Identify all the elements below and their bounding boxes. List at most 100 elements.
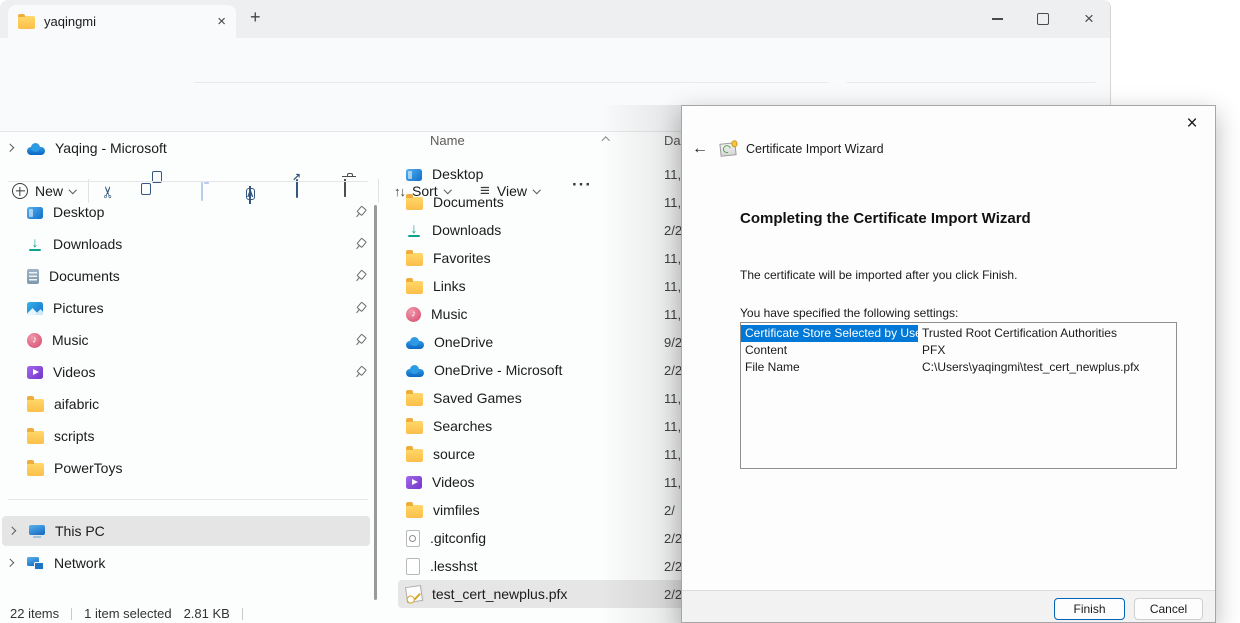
sidebar-item-aifabric[interactable]: aifabric [0, 390, 372, 418]
sidebar-item-scripts[interactable]: scripts [0, 422, 372, 450]
minimize-icon [992, 18, 1003, 19]
sidebar-divider [8, 499, 368, 500]
file-name: vimfiles [433, 502, 480, 518]
chevron-down-icon [69, 186, 77, 194]
status-divider [242, 608, 243, 620]
sidebar-divider [8, 181, 368, 182]
folder-icon [27, 463, 44, 476]
file-name: Music [431, 306, 468, 322]
wizard-heading: Completing the Certificate Import Wizard [740, 210, 1031, 227]
file-name: Downloads [432, 222, 501, 238]
dialog-close-button[interactable]: × [1179, 112, 1205, 136]
navigation-bar: ← → ↑ This PC Windows (C:) Users yaqingm… [0, 38, 1110, 83]
folder-icon [406, 505, 423, 518]
screen: yaqingmi × + × ← → ↑ This PC Windows (C:… [0, 0, 1240, 623]
sidebar-item-pictures[interactable]: Pictures [0, 294, 372, 322]
sidebar-item-label: aifabric [54, 396, 372, 412]
pin-icon [352, 236, 369, 253]
videos-icon [27, 366, 43, 379]
pin-icon [352, 364, 369, 381]
sidebar-item-downloads[interactable]: Downloads [0, 230, 372, 258]
finish-button[interactable]: Finish [1054, 598, 1125, 620]
this-pc-icon [29, 525, 45, 538]
file-name: source [433, 446, 475, 462]
sidebar-item-label: This PC [55, 523, 370, 539]
sidebar-item-network[interactable]: Network [0, 549, 372, 577]
settings-table[interactable]: Certificate Store Selected by User Trust… [740, 322, 1177, 469]
folder-icon [406, 449, 423, 462]
new-tab-button[interactable]: + [250, 8, 261, 26]
plus-circle-icon [12, 183, 28, 199]
downloads-icon [406, 222, 422, 238]
wizard-body-text: The certificate will be imported after y… [740, 268, 1017, 282]
file-name: Videos [432, 474, 475, 490]
folder-icon [406, 281, 423, 294]
setting-key: Content [741, 342, 918, 359]
folder-icon [406, 197, 423, 210]
dialog-shadow [601, 105, 681, 623]
pin-icon [352, 332, 369, 349]
folder-icon [18, 16, 35, 29]
selected-count: 1 item selected [84, 606, 171, 621]
file-name: OneDrive - Microsoft [434, 362, 562, 378]
sidebar-item-label: Videos [53, 364, 344, 380]
file-name: .lesshst [430, 558, 477, 574]
file-name: .gitconfig [430, 530, 486, 546]
folder-icon [406, 393, 423, 406]
close-window-button[interactable]: × [1076, 8, 1102, 30]
tab-strip: yaqingmi × + × [0, 0, 1110, 38]
sidebar-item-this-pc[interactable]: This PC [2, 516, 370, 546]
pictures-icon [27, 302, 43, 315]
file-name: Favorites [433, 250, 491, 266]
downloads-icon [27, 236, 43, 252]
sidebar-item-label: Network [54, 555, 372, 571]
settings-row-store[interactable]: Certificate Store Selected by User Trust… [741, 325, 1176, 342]
minimize-button[interactable] [984, 8, 1010, 30]
setting-key: File Name [741, 359, 918, 376]
certificate-import-wizard-dialog: × ← Certificate Import Wizard Completing… [681, 105, 1216, 623]
file-name: Links [433, 278, 466, 294]
sidebar-item-desktop[interactable]: Desktop [0, 198, 372, 226]
close-icon: × [1084, 9, 1094, 29]
sidebar-item-label: Desktop [53, 204, 344, 220]
dialog-title: Certificate Import Wizard [746, 142, 884, 156]
finish-label: Finish [1073, 602, 1105, 616]
share-button[interactable] [296, 180, 298, 198]
close-tab-icon[interactable]: × [217, 14, 226, 29]
onedrive-cloud-icon [406, 337, 424, 349]
gear-file-icon [406, 530, 420, 547]
sidebar-item-music[interactable]: Music [0, 326, 372, 354]
desktop-icon [27, 207, 43, 219]
file-name: Saved Games [433, 390, 522, 406]
settings-row-content[interactable]: Content PFX [741, 342, 1176, 359]
pin-icon [352, 300, 369, 317]
selected-size: 2.81 KB [184, 606, 230, 621]
settings-label: You have specified the following setting… [740, 306, 958, 320]
sidebar-item-powertoys[interactable]: PowerToys [0, 454, 372, 482]
file-name: Searches [433, 418, 492, 434]
dialog-title-bar: ← Certificate Import Wizard [692, 140, 884, 158]
dialog-footer: Finish Cancel [682, 590, 1215, 622]
name-column-header[interactable]: Name [430, 133, 465, 148]
sidebar-item-videos[interactable]: Videos [0, 358, 372, 386]
onedrive-cloud-icon [406, 365, 424, 377]
sidebar-item-label: scripts [54, 428, 372, 444]
onedrive-cloud-icon [27, 143, 45, 155]
pin-icon [352, 204, 369, 221]
explorer-tab[interactable]: yaqingmi × [8, 5, 236, 38]
toolbar-divider [378, 179, 379, 203]
status-divider [71, 608, 72, 620]
sidebar-scrollbar[interactable] [374, 205, 377, 600]
folder-icon [406, 421, 423, 434]
sidebar-item-label: Downloads [53, 236, 344, 252]
sidebar-item-onedrive-yaqing[interactable]: Yaqing - Microsoft [0, 134, 372, 162]
maximize-button[interactable] [1030, 8, 1056, 30]
sidebar-item-label: PowerToys [54, 460, 372, 476]
back-icon[interactable]: ← [692, 140, 708, 158]
sidebar-item-documents[interactable]: Documents [0, 262, 372, 290]
settings-row-file-name[interactable]: File Name C:\Users\yaqingmi\test_cert_ne… [741, 359, 1176, 376]
file-name: test_cert_newplus.pfx [432, 586, 567, 602]
folder-icon [406, 253, 423, 266]
setting-value: PFX [918, 342, 1176, 359]
cancel-button[interactable]: Cancel [1134, 598, 1203, 620]
